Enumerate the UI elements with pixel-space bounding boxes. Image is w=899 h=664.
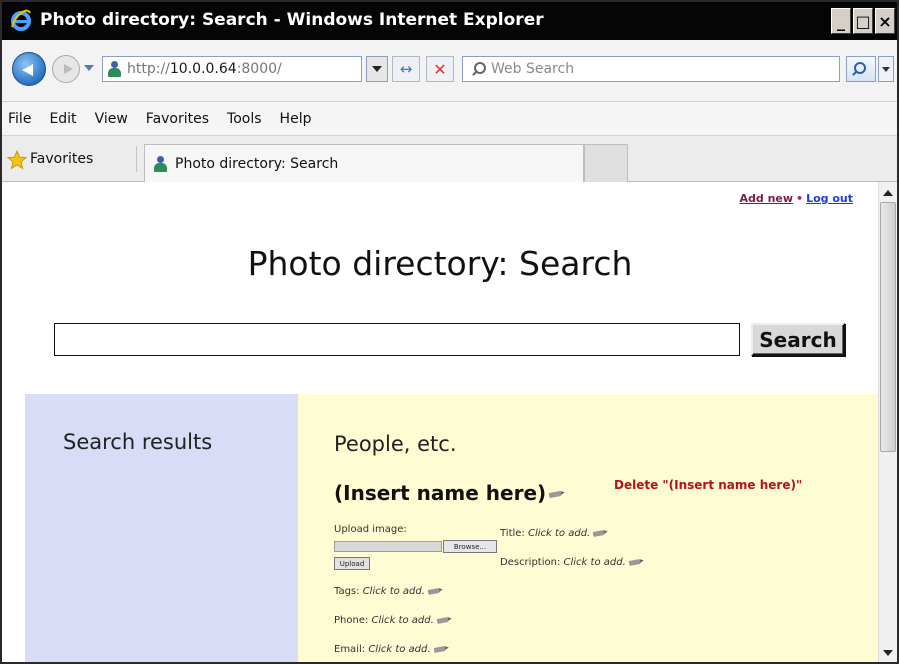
new-tab-button[interactable] <box>584 144 628 182</box>
divider <box>136 146 137 172</box>
search-button[interactable]: Search <box>751 323 845 356</box>
pencil-icon[interactable] <box>433 645 445 653</box>
link-separator: • <box>796 192 804 205</box>
email-field[interactable]: Email: Click to add. <box>334 644 445 655</box>
vertical-scrollbar[interactable] <box>878 182 897 662</box>
phone-field[interactable]: Phone: Click to add. <box>334 615 449 626</box>
window-title: Photo directory: Search - Windows Intern… <box>40 10 544 30</box>
entry-name[interactable]: (Insert name here) <box>334 481 562 505</box>
menu-tools[interactable]: Tools <box>218 111 271 127</box>
search-icon <box>471 62 486 76</box>
people-heading: People, etc. <box>334 432 457 456</box>
menu-edit[interactable]: Edit <box>40 111 85 127</box>
page-person-icon <box>153 155 167 172</box>
pencil-icon[interactable] <box>592 529 605 537</box>
description-field[interactable]: Description: Click to add. <box>500 557 641 568</box>
search-input[interactable] <box>54 323 740 356</box>
pencil-icon[interactable] <box>436 616 449 624</box>
menu-help[interactable]: Help <box>271 111 321 127</box>
window-controls: _ □ × <box>831 8 895 34</box>
pencil-icon[interactable] <box>548 490 562 499</box>
field-label: Email: <box>334 644 366 655</box>
entry-name-text: (Insert name here) <box>334 481 547 505</box>
ie-logo-icon <box>11 9 31 31</box>
forward-icon[interactable] <box>52 55 80 83</box>
search-options-dropdown[interactable] <box>878 56 894 82</box>
menu-bar: File Edit View Favorites Tools Help <box>2 102 897 136</box>
field-value: Click to add. <box>563 557 626 568</box>
page-title: Photo directory: Search <box>247 244 633 283</box>
maximize-button[interactable]: □ <box>853 8 873 34</box>
address-toolbar: http://10.0.0.64:8000/ ↔ ✕ Web Search <box>2 40 897 102</box>
url-text: http://10.0.0.64:8000/ <box>127 61 282 77</box>
search-icon <box>851 62 866 76</box>
menu-favorites[interactable]: Favorites <box>137 111 218 127</box>
menu-view[interactable]: View <box>86 111 137 127</box>
scroll-thumb[interactable] <box>880 202 896 452</box>
search-go-button[interactable] <box>846 56 876 82</box>
page-person-icon <box>107 61 121 77</box>
search-results-panel: Search results <box>25 394 298 662</box>
field-value: Click to add. <box>368 644 431 655</box>
tab-label: Photo directory: Search <box>175 155 339 172</box>
browse-button[interactable]: Browse... <box>443 540 497 553</box>
recent-pages-dropdown[interactable] <box>84 65 94 71</box>
address-dropdown-button[interactable] <box>366 56 388 82</box>
title-bar: Photo directory: Search - Windows Intern… <box>2 2 897 40</box>
stop-button[interactable]: ✕ <box>426 56 454 82</box>
field-value: Click to add. <box>528 528 591 539</box>
add-new-link[interactable]: Add new <box>740 192 794 205</box>
web-search-placeholder: Web Search <box>491 61 575 77</box>
scroll-down-button[interactable] <box>880 644 896 662</box>
field-label: Phone: <box>334 615 369 626</box>
pencil-icon[interactable] <box>628 558 641 566</box>
close-button[interactable]: × <box>875 8 895 34</box>
menu-file[interactable]: File <box>2 111 40 127</box>
address-input[interactable]: http://10.0.0.64:8000/ <box>102 56 362 82</box>
tab-photo-directory[interactable]: Photo directory: Search <box>144 144 584 182</box>
favorites-button[interactable]: Favorites <box>30 151 93 167</box>
browser-window: Photo directory: Search - Windows Intern… <box>0 0 899 664</box>
top-links: Add new • Log out <box>740 192 854 205</box>
upload-image-label: Upload image: <box>334 524 407 535</box>
minimize-button[interactable]: _ <box>831 8 851 34</box>
scroll-up-button[interactable] <box>880 184 896 202</box>
field-label: Description: <box>500 557 561 568</box>
people-panel: People, etc. (Insert name here) Delete "… <box>298 394 879 662</box>
delete-entry-link[interactable]: Delete "(Insert name here)" <box>614 478 802 492</box>
pencil-icon[interactable] <box>427 587 440 595</box>
title-field[interactable]: Title: Click to add. <box>500 528 605 539</box>
web-search-input[interactable]: Web Search <box>462 56 840 82</box>
tags-field[interactable]: Tags: Click to add. <box>334 586 440 597</box>
page-viewport: Add new • Log out Photo directory: Search … <box>2 182 897 662</box>
field-value: Click to add. <box>371 615 434 626</box>
file-path-field[interactable] <box>334 541 442 552</box>
favorites-bar: Favorites Photo directory: Search <box>2 136 897 182</box>
upload-button[interactable]: Upload <box>334 557 370 570</box>
field-label: Tags: <box>334 586 360 597</box>
field-value: Click to add. <box>362 586 425 597</box>
log-out-link[interactable]: Log out <box>806 192 853 205</box>
field-label: Title: <box>500 528 525 539</box>
back-icon[interactable] <box>12 52 46 86</box>
favorites-star-icon[interactable] <box>6 149 28 171</box>
search-results-heading: Search results <box>63 430 213 454</box>
refresh-button[interactable]: ↔ <box>392 56 420 82</box>
